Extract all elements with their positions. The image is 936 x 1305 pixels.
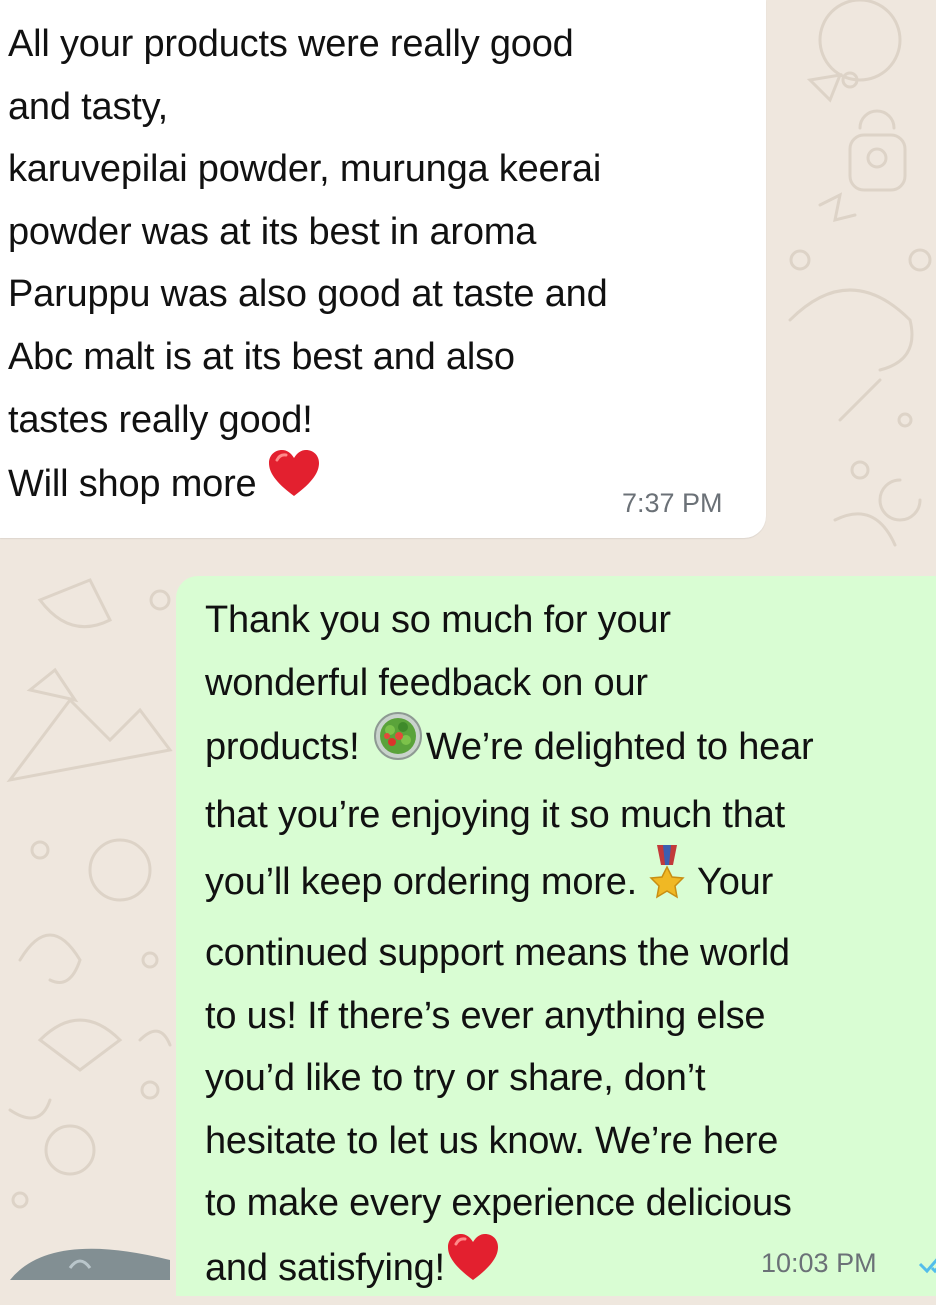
message-text-line: Paruppu was also good at taste and (8, 273, 608, 316)
medal-icon (647, 843, 687, 919)
scroll-to-bottom-button[interactable] (0, 1238, 200, 1280)
message-text-line: you’d like to try or share, don’t (205, 1057, 706, 1100)
incoming-message-bubble[interactable]: All your products were really good and t… (0, 0, 766, 538)
message-text-line: and tasty, (8, 85, 168, 128)
message-text: We’re delighted to hear (425, 726, 814, 769)
message-text-line: that you’re enjoying it so much that (205, 793, 786, 836)
message-text-line: karuvepilai powder, murunga keerai (8, 148, 602, 191)
message-text-line: hesitate to let us know. We’re here (205, 1119, 779, 1162)
outgoing-message-bubble[interactable]: Thank you so much for your wonderful fee… (176, 576, 936, 1296)
message-text-line: continued support means the world (205, 931, 790, 974)
salad-icon (370, 711, 426, 781)
heart-icon (267, 448, 321, 518)
read-receipt-icon (918, 1258, 936, 1274)
message-text: Will shop more (8, 462, 267, 505)
message-text-line: products! We’re delighted to hear (205, 711, 936, 784)
message-timestamp: 7:37 PM (622, 488, 723, 518)
message-text-line: to us! If there’s ever anything else (205, 994, 766, 1037)
message-text: Your (687, 861, 774, 904)
message-text-line: All your products were really good (8, 23, 574, 65)
message-text: products! (205, 726, 370, 769)
message-text-line: Thank you so much for your (205, 599, 671, 641)
message-text-line: tastes really good! (8, 398, 313, 441)
heart-icon (445, 1232, 501, 1302)
message-text: and satisfying! (205, 1246, 445, 1289)
message-text: you’ll keep ordering more. (205, 861, 648, 904)
message-text-line: powder was at its best in aroma (8, 210, 537, 253)
message-text-line: wonderful feedback on our (205, 661, 648, 704)
message-text-line: to make every experience delicious (205, 1182, 792, 1225)
message-text-line: Abc malt is at its best and also (8, 335, 515, 378)
message-text-line: you’ll keep ordering more. Your (205, 843, 936, 922)
message-timestamp: 10:03 PM (761, 1248, 877, 1278)
